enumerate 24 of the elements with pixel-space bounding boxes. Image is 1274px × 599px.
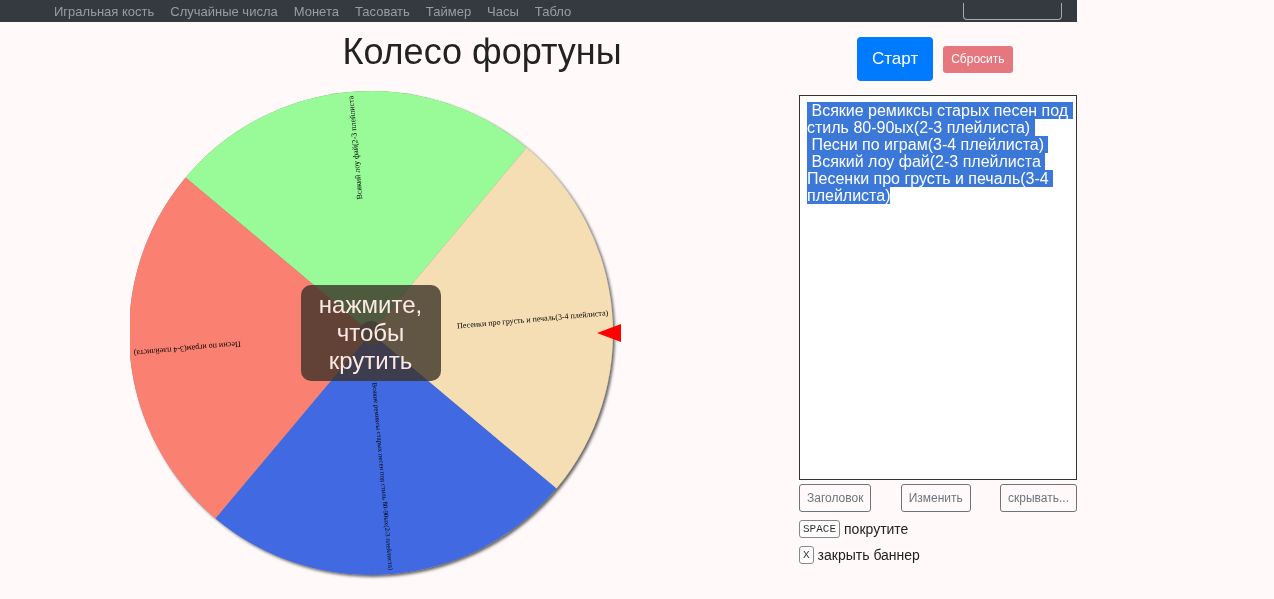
segment-label: Всякий лоу фай(2-3 плейлиста bbox=[345, 95, 364, 200]
nav-button[interactable] bbox=[963, 2, 1062, 20]
page-title: Колесо фортуны bbox=[342, 32, 622, 72]
segment-label: Песенки про грусть и печаль(3-4 плейлиста) bbox=[456, 308, 609, 331]
nav-link[interactable]: Случайные числа bbox=[170, 3, 278, 19]
option-button[interactable]: скрывать... bbox=[1000, 484, 1077, 512]
reset-button[interactable]: Сбросить bbox=[943, 45, 1013, 73]
nav-link[interactable]: Табло bbox=[534, 3, 572, 19]
option-button[interactable]: Изменить bbox=[900, 484, 971, 512]
nav-link[interactable]: Часы bbox=[487, 3, 519, 19]
shortcut-label: покрутите bbox=[844, 521, 909, 537]
key-hint: X bbox=[799, 546, 814, 564]
spin-banner[interactable]: нажмите, чтобы крутить bbox=[300, 285, 441, 381]
shortcut-label: закрыть баннер bbox=[817, 547, 920, 563]
key-hint: SPACE bbox=[799, 520, 840, 538]
entries-field[interactable]: Всякие ремиксы старых песен под стиль 80-90ых(2-3 плейлиста) Песни по играм(3-4 плейлиста) Всякий лоу фай(2-3 плейлиста Песенки про грусть и печаль(3-4 плейлиста) bbox=[799, 95, 1077, 480]
nav-link[interactable]: Таймер bbox=[425, 3, 472, 19]
nav-link[interactable]: Игральная кость bbox=[54, 3, 155, 19]
nav-link[interactable]: Монета bbox=[293, 3, 339, 19]
pointer-icon bbox=[596, 324, 621, 342]
nav-link[interactable]: Тасовать bbox=[354, 3, 410, 19]
segment-label: Песни по играм(3-4 плейлиста) bbox=[132, 339, 241, 358]
start-button[interactable]: Старт bbox=[857, 37, 934, 81]
option-button[interactable]: Заголовок bbox=[799, 484, 872, 512]
